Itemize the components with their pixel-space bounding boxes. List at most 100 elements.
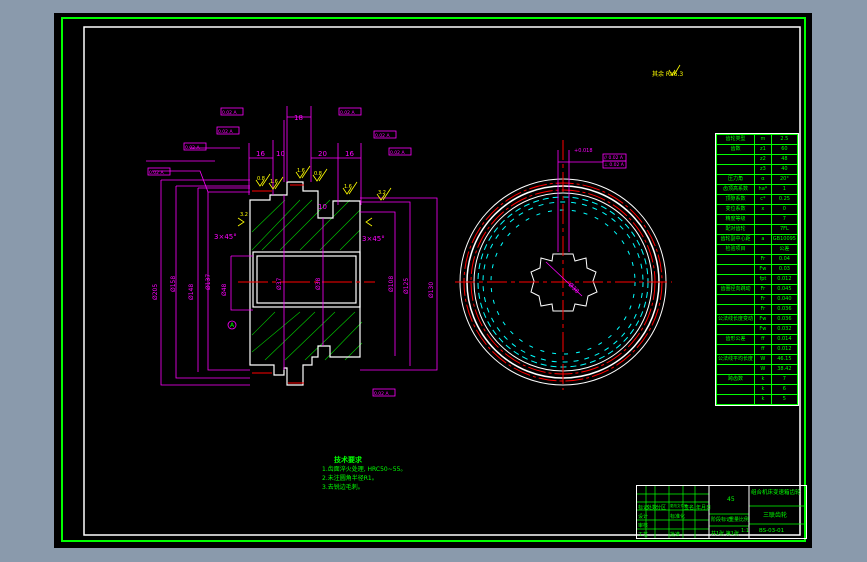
param-name — [715, 254, 756, 265]
param-symbol: fpt — [754, 274, 772, 285]
param-row: 齿轮类型 m 2.5 — [715, 134, 799, 145]
param-symbol: a — [754, 234, 772, 245]
param-name: 齿圈径向跳动 — [715, 284, 756, 295]
tech-item: 2.未注圆角半径R1。 — [322, 475, 378, 482]
tech-item: 1.齿面淬火处理, HRC50~55。 — [322, 466, 407, 473]
param-value: 1 — [770, 184, 799, 195]
param-row: 齿数 z1 60 — [715, 144, 799, 155]
tb-label: 重量 — [729, 517, 740, 523]
perpendicularity-frame: ⊥ 0.02 A — [604, 162, 625, 168]
param-value: 0.014 — [770, 334, 799, 345]
param-row: Fw 0.032 — [715, 324, 799, 335]
parallelism-frame: // 0.02 A — [604, 155, 624, 161]
param-row: 齿圈径向跳动 Fr 0.045 — [715, 284, 799, 295]
param-name: 齿数 — [715, 144, 756, 155]
param-value: 38.42 — [770, 364, 799, 375]
param-value: 7FL — [770, 224, 799, 235]
param-name — [715, 294, 756, 305]
param-name — [715, 364, 756, 375]
dim-dia-38: Ø38 — [315, 277, 322, 290]
param-value: 6 — [770, 384, 799, 395]
tb-label: 比例 — [739, 517, 750, 523]
param-name: 检验项目 — [715, 244, 756, 255]
param-row: 跨齿数 k 7 — [715, 374, 799, 385]
roughness-symbols — [237, 64, 681, 227]
tolerance-frame-text: 0.02 A — [218, 129, 233, 135]
drawing-canvas[interactable]: 0.02 A 0.02 A 0.02 A 0.02 A 0.02 A 0.02 … — [54, 13, 812, 548]
param-name — [715, 164, 756, 175]
roughness-value: 1.6 — [297, 168, 305, 174]
param-name: 齿轮类型 — [715, 134, 756, 145]
tb-label: 工艺 — [638, 532, 649, 538]
tolerance-frame-text: 0.02 A — [222, 110, 237, 116]
dim-width-16: 16 — [256, 150, 265, 158]
param-row: k5 — [715, 394, 799, 405]
roughness-value: 1.6 — [344, 184, 352, 190]
param-value: 48 — [770, 154, 799, 165]
chamfer-right: 3×45° — [362, 235, 385, 243]
tb-label: 标准化 — [670, 514, 686, 520]
tb-label: 审核 — [638, 523, 649, 529]
tolerance-frame-text: 0.02 A — [374, 391, 389, 397]
param-row: 顶隙系数 c* 0.25 — [715, 194, 799, 205]
tb-label: 年月日 — [696, 505, 712, 511]
dim-width-16b: 16 — [345, 150, 354, 158]
spline-dia-label: Ø38 — [567, 281, 581, 295]
roughness-value: 0.8 — [314, 171, 322, 177]
section-view: 0.02 A 0.02 A 0.02 A 0.02 A 0.02 A 0.02 … — [146, 64, 683, 397]
dim-dia-125: Ø125 — [403, 278, 410, 294]
param-name — [715, 154, 756, 165]
param-row: W 38.42 — [715, 364, 799, 375]
param-row: z2 48 — [715, 154, 799, 165]
param-symbol: Fr — [754, 304, 772, 315]
tb-material: 45 — [727, 496, 735, 503]
dim-dia-137: Ø137 — [205, 274, 212, 290]
param-value: 40 — [770, 164, 799, 175]
param-value: 5 — [770, 394, 799, 405]
inner-frame — [83, 26, 801, 536]
dim-dia-158: Ø158 — [170, 276, 177, 292]
param-symbol: k — [754, 384, 772, 395]
tolerance-frame-text: 0.02 A — [185, 145, 200, 151]
param-row: z3 40 — [715, 164, 799, 175]
chamfer-left: 3×45° — [214, 233, 237, 241]
param-symbol — [754, 244, 772, 255]
tolerance-frame-text: 0.02 A — [375, 133, 390, 139]
param-name — [715, 384, 756, 395]
param-value: 7 — [770, 214, 799, 225]
param-symbol: Fw — [754, 314, 772, 325]
tb-scale: 1:1 — [741, 528, 750, 534]
param-value: 46.15 — [770, 354, 799, 365]
param-row: 齿顶高系数 ha* 1 — [715, 184, 799, 195]
param-name: 齿轮副中心距 — [715, 234, 756, 245]
param-row: Fr 0.040 — [715, 294, 799, 305]
title-block: 标记 处数 分区 更改文件号 签名 年月日 设计 标准化 审核 工艺 批准 阶段… — [636, 485, 807, 539]
tech-title: 技术要求 — [334, 456, 362, 464]
param-name: 精度等级 — [715, 214, 756, 225]
tb-label: 设计 — [638, 514, 649, 520]
param-row: Fr 0.04 — [715, 254, 799, 265]
param-name — [715, 394, 756, 405]
param-value: 0.25 — [770, 194, 799, 205]
dim-width-18: 18 — [294, 114, 303, 122]
tolerance-frame-text: 0.02 A — [390, 150, 405, 156]
param-name: 顶隙系数 — [715, 194, 756, 205]
param-value: 0.012 — [770, 274, 799, 285]
param-name: 公法线长度变动 — [715, 314, 756, 325]
tb-label: 分区 — [656, 505, 667, 511]
param-name: 齿顶高系数 — [715, 184, 756, 195]
param-symbol: Fw — [754, 264, 772, 275]
param-symbol: Fw — [754, 324, 772, 335]
param-name: 齿形公差 — [715, 334, 756, 345]
param-symbol: c* — [754, 194, 772, 205]
tb-label: 阶段标记 — [711, 517, 732, 523]
roughness-value: 0.8 — [257, 176, 265, 182]
dim-dia-48: Ø48 — [221, 283, 228, 296]
param-value: 60 — [770, 144, 799, 155]
cad-drawing: 0.02 A 0.02 A 0.02 A 0.02 A 0.02 A 0.02 … — [61, 17, 806, 542]
param-row: 压力角 α 20° — [715, 174, 799, 185]
param-value: 0.045 — [770, 284, 799, 295]
param-value: 0.04 — [770, 254, 799, 265]
param-row: 精度等级 7 — [715, 214, 799, 225]
param-row: 齿轮副中心距 a GB10095 — [715, 234, 799, 245]
